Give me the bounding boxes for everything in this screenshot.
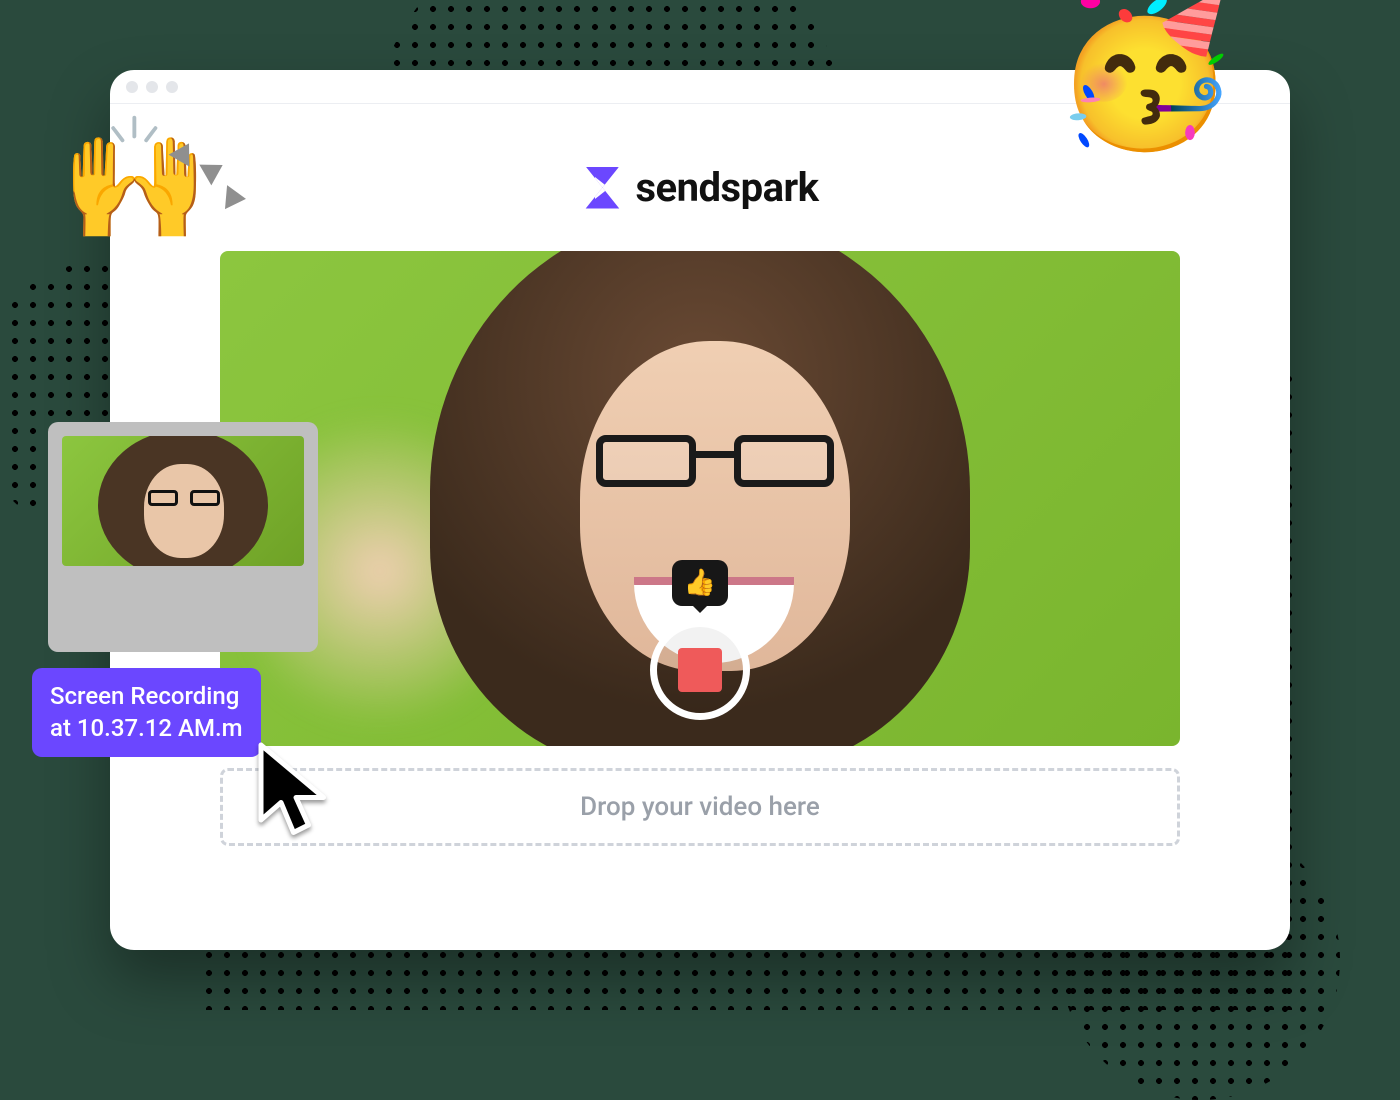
- dragged-file-name: Screen Recording at 10.37.12 AM.m: [32, 668, 261, 757]
- camera-preview: 👍: [220, 251, 1180, 746]
- brand-logo: sendspark: [170, 164, 1230, 211]
- person-glasses: [596, 435, 834, 491]
- traffic-light-minimize[interactable]: [146, 81, 158, 93]
- file-thumbnail: [62, 436, 304, 566]
- traffic-light-close[interactable]: [126, 81, 138, 93]
- traffic-light-zoom[interactable]: [166, 81, 178, 93]
- stop-icon: [678, 648, 722, 692]
- reaction-tooltip: 👍: [672, 560, 728, 606]
- file-name-line1: Screen Recording: [50, 682, 239, 710]
- brand-name: sendspark: [635, 164, 818, 211]
- dragged-file-preview[interactable]: [48, 422, 318, 652]
- video-dropzone[interactable]: Drop your video here: [220, 768, 1180, 846]
- dropzone-label: Drop your video here: [580, 792, 820, 822]
- cursor-icon: [256, 740, 336, 840]
- brand-mark-icon: [581, 167, 623, 209]
- file-name-line2: at 10.37.12 AM.m: [50, 714, 243, 742]
- stop-record-button[interactable]: [650, 620, 750, 720]
- raised-hands-emoji: 🙌: [60, 120, 209, 240]
- confetti-triangle-icon: [225, 185, 247, 211]
- thumbs-up-icon: 👍: [684, 568, 716, 598]
- party-face-emoji: 🥳: [1052, 0, 1239, 144]
